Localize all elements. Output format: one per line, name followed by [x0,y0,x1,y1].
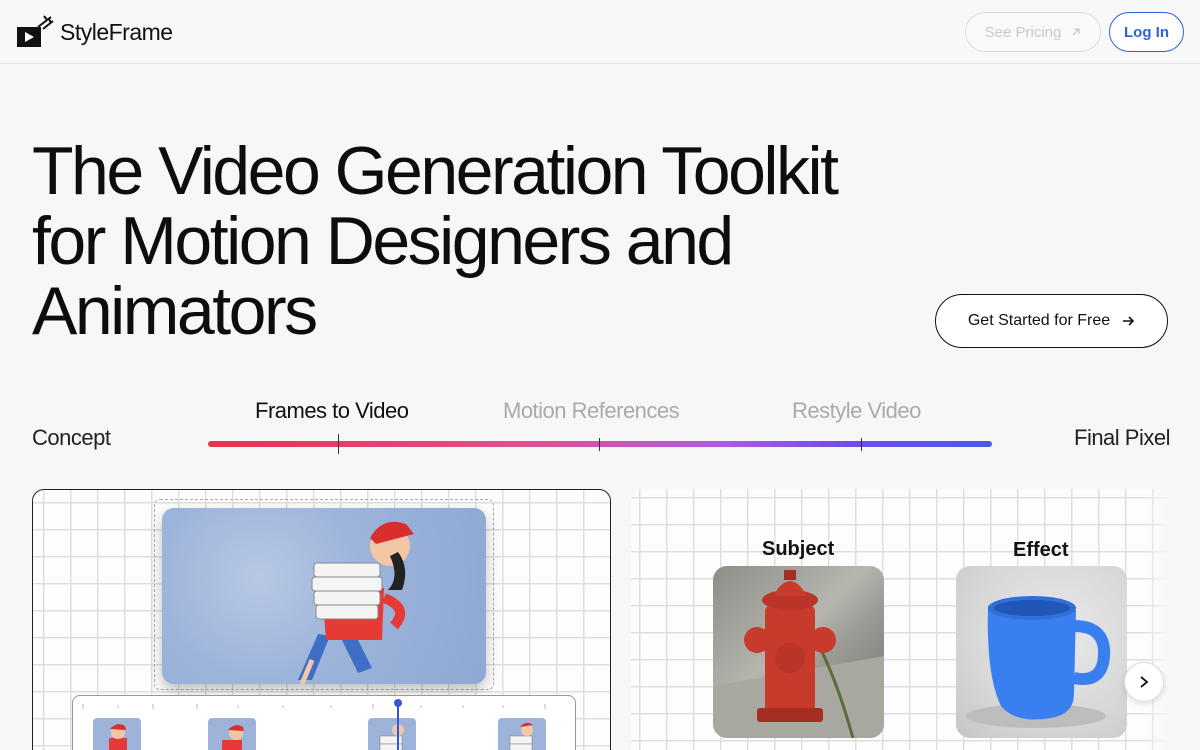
chevron-right-icon [1140,676,1149,688]
timeline-keyframe-thumbnail[interactable] [368,718,416,750]
get-started-label: Get Started for Free [967,312,1111,329]
timeline-keyframe-thumbnail[interactable] [93,718,141,750]
get-started-button[interactable]: Get Started for Free [935,294,1168,348]
logo[interactable]: StyleFrame [16,15,173,49]
subject-label: Subject [762,538,835,560]
hero-title-line-3: Animators [32,273,318,349]
effect-image-melting-mug[interactable] [956,566,1127,738]
fire-hydrant-picture [713,570,884,738]
hero-title-line-1: The Video Generation Toolkit [32,133,839,209]
arrow-up-right-icon [1072,28,1081,36]
pipeline-tick [861,438,862,451]
tab-motion-references[interactable]: Motion References [503,398,680,424]
blue-mug-picture [966,596,1111,728]
carousel-next-button[interactable] [1124,662,1164,702]
effect-label: Effect [1013,539,1069,561]
animation-frame-preview[interactable] [162,508,486,684]
see-pricing-label: See Pricing [984,23,1062,41]
pipeline-start-label: Concept [32,425,111,450]
pipeline-tick-active [338,434,339,454]
cartoon-character-illustration [298,521,414,684]
brand-name: StyleFrame [60,18,173,45]
tab-restyle-video[interactable]: Restyle Video [792,398,921,424]
motion-references-demo-card: Subject Effect [631,489,1171,750]
clapperboard-icon [17,15,54,47]
hero-title: The Video Generation Toolkit for Motion … [32,136,932,346]
subject-image-fire-hydrant[interactable] [713,566,884,738]
timeline-panel[interactable] [72,695,576,750]
arrow-right-icon [1123,316,1135,326]
timeline-keyframe-thumbnail[interactable] [498,718,546,750]
timeline-keyframe-thumbnail[interactable] [208,718,256,750]
hero-title-line-2: for Motion Designers and [32,203,734,279]
timeline-playhead-handle[interactable] [394,699,402,707]
site-header: StyleFrame See Pricing Log In [0,0,1200,64]
timeline-ruler [82,704,546,709]
pipeline-tick [599,438,600,451]
pipeline-end-label: Final Pixel [1074,425,1170,450]
frames-to-video-demo-card [32,489,611,750]
login-button[interactable]: Log In [1109,12,1184,52]
tab-frames-to-video[interactable]: Frames to Video [255,398,409,424]
pipeline-progress-bar [208,441,992,447]
timeline-playhead[interactable] [397,701,399,750]
see-pricing-button[interactable]: See Pricing [965,12,1101,52]
